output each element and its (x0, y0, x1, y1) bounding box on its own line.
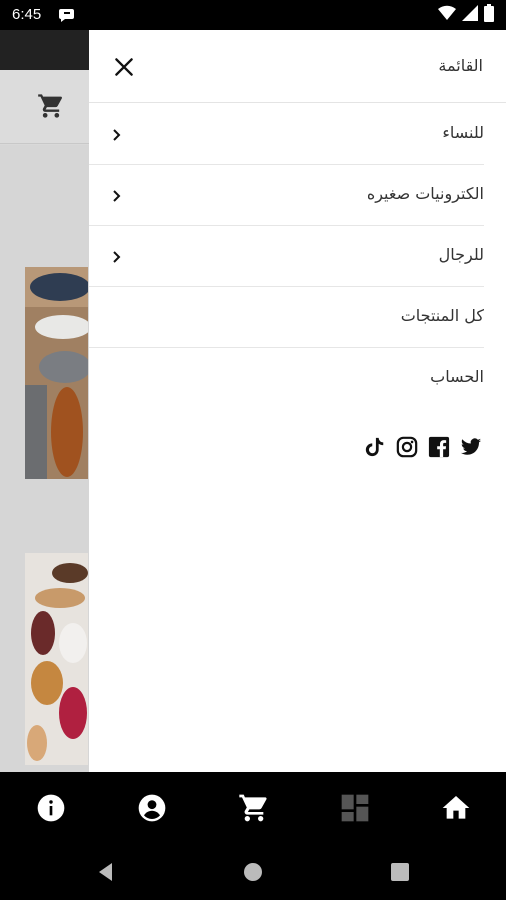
back-icon[interactable] (94, 860, 118, 884)
home-circle-icon[interactable] (241, 860, 265, 884)
twitter-icon[interactable] (460, 436, 482, 458)
recents-icon[interactable] (388, 860, 412, 884)
menu-item-women[interactable]: للنساء (89, 104, 484, 165)
instagram-icon[interactable] (396, 436, 418, 458)
promo-image-men-shoes[interactable] (25, 267, 88, 479)
close-icon[interactable] (111, 54, 137, 80)
menu-item-label: للرجال (438, 245, 484, 264)
notification-icon (58, 7, 75, 23)
navigation-drawer: القائمة للنساء الكترونيات صغيره للرجال ك… (89, 30, 506, 772)
status-icons (438, 4, 494, 26)
cart-icon[interactable] (37, 92, 65, 120)
info-icon[interactable] (35, 792, 67, 824)
bottom-navigation (0, 772, 506, 844)
menu-list: للنساء الكترونيات صغيره للرجال كل المنتج… (89, 104, 506, 409)
menu-item-label: الحساب (430, 367, 484, 386)
account-icon[interactable] (136, 792, 168, 824)
tiktok-icon[interactable] (364, 436, 386, 458)
wifi-icon (438, 5, 456, 25)
battery-icon (484, 4, 494, 26)
dashboard-icon[interactable] (339, 792, 371, 824)
chevron-right-icon (111, 127, 123, 141)
drawer-header: القائمة (89, 30, 506, 103)
menu-item-account[interactable]: الحساب (89, 348, 484, 409)
signal-icon (462, 5, 478, 25)
menu-item-small-electronics[interactable]: الكترونيات صغيره (89, 165, 484, 226)
home-icon[interactable] (440, 792, 472, 824)
drawer-title: القائمة (438, 56, 483, 75)
promo-image-women-shoes[interactable] (25, 553, 88, 765)
status-time: 6:45 (12, 6, 42, 23)
chevron-right-icon (111, 188, 123, 202)
menu-item-label: للنساء (442, 123, 484, 142)
status-bar: 6:45 (0, 0, 506, 30)
chevron-right-icon (111, 249, 123, 263)
menu-item-label: كل المنتجات (400, 306, 484, 325)
cart-icon[interactable] (238, 792, 270, 824)
social-links (364, 436, 482, 458)
menu-item-label: الكترونيات صغيره (366, 184, 484, 203)
menu-item-men[interactable]: للرجال (89, 226, 484, 287)
facebook-icon[interactable] (428, 436, 450, 458)
menu-item-all-products[interactable]: كل المنتجات (89, 287, 484, 348)
system-navigation (0, 844, 506, 900)
